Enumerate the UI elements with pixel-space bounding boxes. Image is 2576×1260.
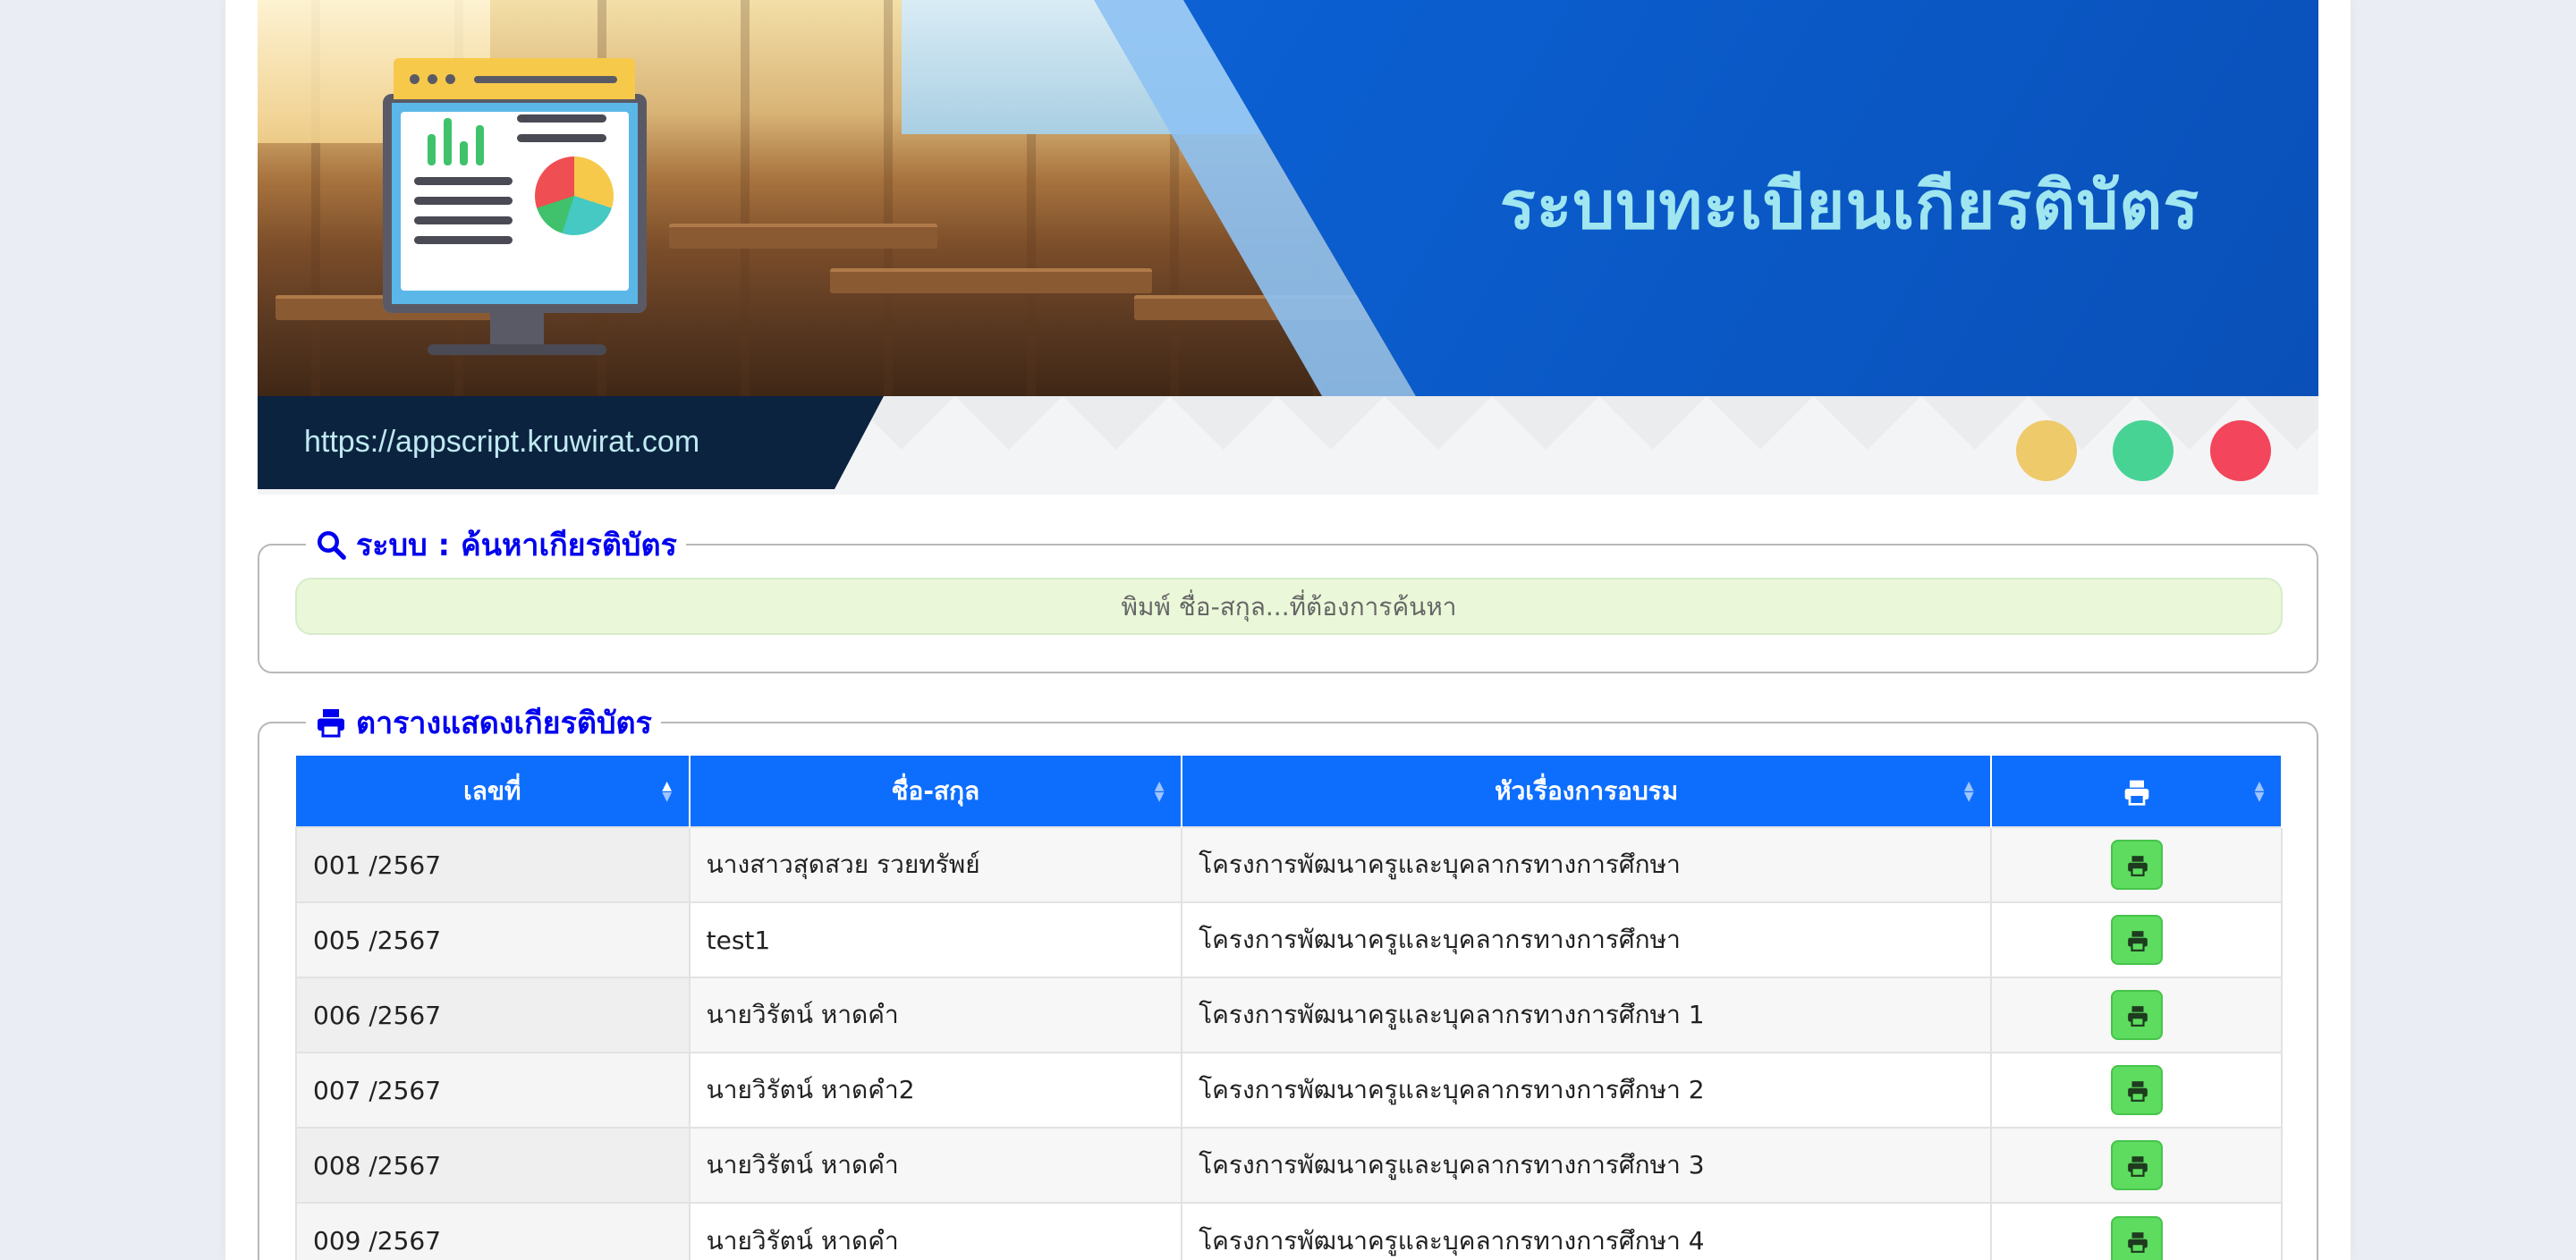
print-button[interactable] [2110,990,2163,1040]
print-icon [2127,1231,2148,1253]
column-header-topic[interactable]: หัวเรื่องการอบรม ▲ ▼ [1182,756,1993,827]
header-banner: ระบบทะเบียนเกียรติบัตร https://appscript… [258,0,2318,495]
column-header-name[interactable]: ชื่อ-สกุล ▲ ▼ [689,756,1183,827]
cell-action [1991,901,2283,977]
sort-icon: ▲ ▼ [1154,779,1165,804]
cell-topic: โครงการพัฒนาครูและบุคลากรทางการศึกษา [1182,901,1993,977]
table-row: 001 /2567 นางสาวสุดสวย รวยทรัพย์ โครงการ… [295,826,2283,902]
monitor-base [428,344,606,355]
cell-number: 007 /2567 [295,1052,691,1128]
cell-number: 008 /2567 [295,1127,691,1203]
table-legend-label: ตารางแสดงเกียรติบัตร [356,706,652,741]
print-icon [2127,1081,2148,1102]
cell-action [1991,977,2283,1053]
banner-title: ระบบทะเบียนเกียรติบัตร [1499,168,2200,242]
table-legend: ตารางแสดงเกียรติบัตร [306,702,661,743]
cell-name: นายวิรัตน์ หาดคำ [689,1202,1183,1260]
cell-topic: โครงการพัฒนาครูและบุคลากรทางการศึกษา 4 [1182,1202,1993,1260]
column-header-number[interactable]: เลขที่ ▲ ▼ [296,756,691,827]
search-fieldset: ระบบ : ค้นหาเกียรติบัตร [258,524,2318,673]
cell-name: นายวิรัตน์ หาดคำ2 [689,1052,1183,1128]
search-icon [318,531,346,560]
table-row: 006 /2567 นายวิรัตน์ หาดคำ โครงการพัฒนาค… [295,977,2283,1053]
print-icon [2127,856,2148,876]
banner-url: https://appscript.kruwirat.com [304,425,700,459]
print-icon [318,709,344,738]
cell-name: นายวิรัตน์ หาดคำ [689,1127,1183,1203]
table-row: 009 /2567 นายวิรัตน์ หาดคำ โครงการพัฒนาค… [295,1202,2283,1260]
sort-icon: ▲ ▼ [2254,779,2265,804]
cell-topic: โครงการพัฒนาครูและบุคลากรทางการศึกษา [1182,826,1993,902]
print-button[interactable] [2110,915,2163,965]
cell-number: 001 /2567 [295,826,691,902]
cell-number: 006 /2567 [295,977,691,1053]
pie-chart-icon [535,156,614,235]
print-icon [2127,1006,2148,1027]
monitor-stand [490,313,544,349]
cell-action [1991,1052,2283,1128]
table-row: 005 /2567 test1 โครงการพัฒนาครูและบุคลาก… [295,901,2283,977]
print-icon [2124,780,2148,806]
certificate-table-fieldset: ตารางแสดงเกียรติบัตร เลขที่ ▲ ▼ ชื่อ-สกุล… [258,702,2318,1260]
photo-desk [669,224,937,249]
cell-topic: โครงการพัฒนาครูและบุคลากรทางการศึกษา 2 [1182,1052,1993,1128]
sort-icon: ▲ ▼ [1963,779,1974,804]
cell-name: นายวิรัตน์ หาดคำ [689,977,1183,1053]
print-button[interactable] [2110,1215,2163,1260]
window-titlebar-icon [394,58,635,99]
cell-action [1991,1127,2283,1203]
print-icon [2127,931,2148,951]
cell-name: test1 [689,901,1183,977]
page-container: ระบบทะเบียนเกียรติบัตร https://appscript… [225,0,2351,1260]
cell-topic: โครงการพัฒนาครูและบุคลากรทางการศึกษา 3 [1182,1127,1993,1203]
print-icon [2127,1156,2148,1177]
search-legend-label: ระบบ : ค้นหาเกียรติบัตร [356,528,677,563]
table-header-row: เลขที่ ▲ ▼ ชื่อ-สกุล ▲ ▼ หัวเรื่องการอบรม … [296,756,2283,827]
photo-desk [830,268,1152,293]
cell-number: 005 /2567 [295,901,691,977]
print-button[interactable] [2110,1140,2163,1190]
yellow-dot-icon [2016,420,2077,481]
cell-action [1991,1202,2283,1260]
green-dot-icon [2113,420,2174,481]
print-button[interactable] [2110,840,2163,890]
column-header-print[interactable]: ▲ ▼ [1991,756,2283,827]
certificate-table: เลขที่ ▲ ▼ ชื่อ-สกุล ▲ ▼ หัวเรื่องการอบรม … [295,756,2283,1260]
print-button[interactable] [2110,1065,2163,1115]
cell-number: 009 /2567 [295,1202,691,1260]
table-row: 007 /2567 นายวิรัตน์ หาดคำ2 โครงการพัฒนา… [295,1052,2283,1128]
table-row: 008 /2567 นายวิรัตน์ หาดคำ โครงการพัฒนาค… [295,1127,2283,1203]
search-legend: ระบบ : ค้นหาเกียรติบัตร [306,524,686,565]
red-dot-icon [2210,420,2271,481]
cell-action [1991,826,2283,902]
sort-icon: ▲ ▼ [662,779,673,804]
cell-name: นางสาวสุดสวย รวยทรัพย์ [689,826,1183,902]
cell-topic: โครงการพัฒนาครูและบุคลากรทางการศึกษา 1 [1182,977,1993,1053]
search-input[interactable] [295,578,2283,635]
